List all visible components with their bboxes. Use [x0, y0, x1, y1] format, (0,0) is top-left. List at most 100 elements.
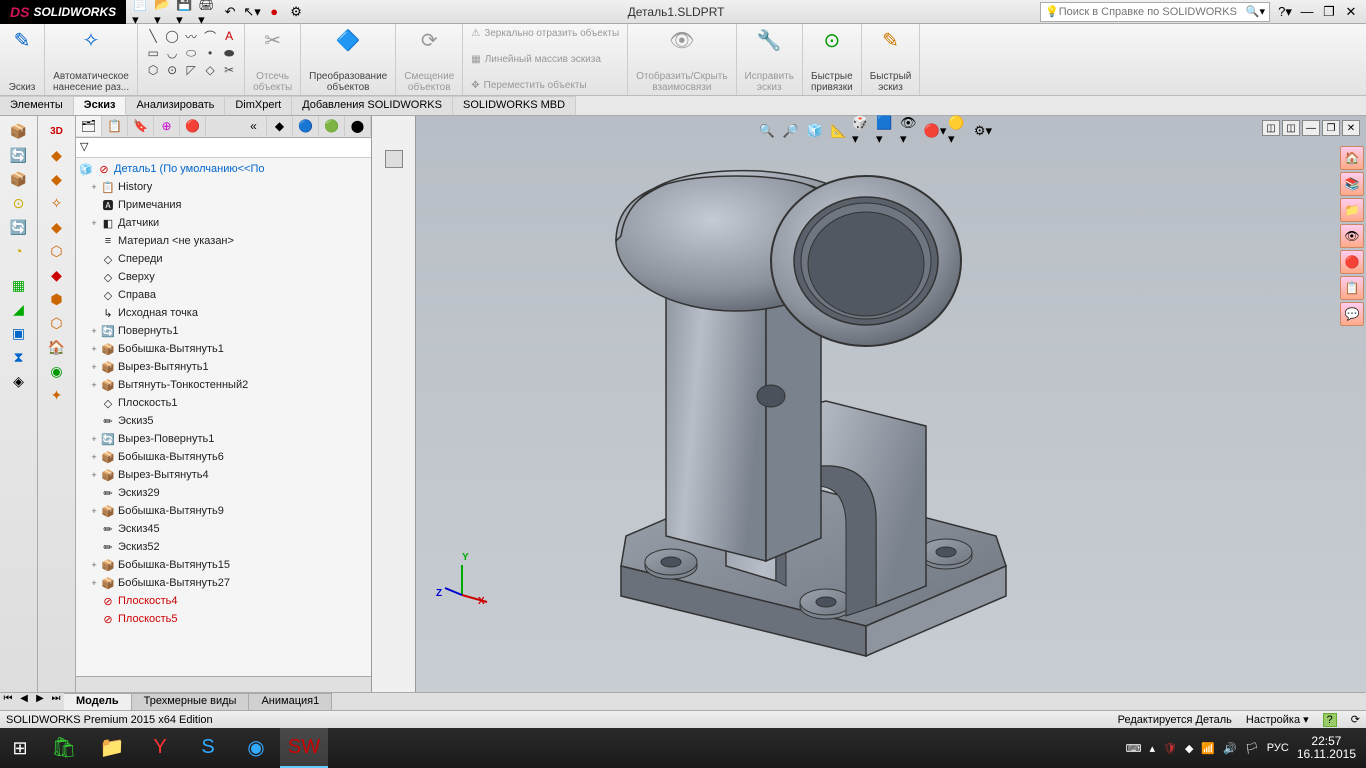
rib-icon[interactable]: ◢	[5, 298, 33, 320]
expand-icon[interactable]: +	[88, 506, 100, 516]
taskpane-lib-icon[interactable]: 📚	[1340, 172, 1364, 196]
open-file-icon[interactable]: 📂▾	[154, 2, 174, 22]
point-icon[interactable]: •	[201, 45, 219, 61]
sk7-icon[interactable]: ⬢	[43, 288, 71, 310]
tree-item[interactable]: ✏Эскиз45	[76, 520, 371, 538]
tree-item[interactable]: ⊘Плоскость4	[76, 592, 371, 610]
tree-tab-feature-icon[interactable]: 🗂	[76, 116, 102, 136]
tray-app1-icon[interactable]: ◆	[1185, 742, 1193, 755]
slot-icon[interactable]: ⬬	[220, 45, 238, 61]
expand-icon[interactable]: +	[88, 362, 100, 372]
taskbar-kompas-icon[interactable]: ◉	[232, 728, 280, 768]
sk9-icon[interactable]: 🏠	[43, 336, 71, 358]
tree-tab-config-icon[interactable]: 🔖	[128, 116, 154, 136]
undo-icon[interactable]: ↶	[220, 2, 240, 22]
status-help-icon[interactable]: ?	[1323, 713, 1337, 727]
minimize-icon[interactable]: —	[1298, 4, 1316, 20]
tree-scrollbar[interactable]	[76, 676, 371, 692]
sk3-icon[interactable]: ✧	[43, 192, 71, 214]
tab-evaluate[interactable]: Анализировать	[126, 96, 225, 115]
tab-features[interactable]: Элементы	[0, 96, 74, 115]
new-file-icon[interactable]: 📄▾	[132, 2, 152, 22]
rect-icon[interactable]: ▭	[144, 45, 162, 61]
expand-icon[interactable]: +	[88, 470, 100, 480]
ribbon-sketch[interactable]: ✎ Эскиз	[0, 24, 45, 95]
tree-item[interactable]: ≡Материал <не указан>	[76, 232, 371, 250]
tray-keyboard-icon[interactable]: ⌨	[1126, 742, 1142, 755]
refgeom-icon[interactable]: ◈	[5, 370, 33, 392]
taskpane-appear-icon[interactable]: 🔴	[1340, 250, 1364, 274]
tree-tab-disp-icon[interactable]: 🔴	[180, 116, 206, 136]
vp-btn1[interactable]: ◫	[1262, 120, 1280, 136]
extrude-cut-icon[interactable]: 📦	[5, 168, 33, 190]
tree-item[interactable]: +◧Датчики	[76, 214, 371, 232]
search-input[interactable]	[1059, 6, 1246, 18]
tree-item[interactable]: ◇Спереди	[76, 250, 371, 268]
expand-icon[interactable]: +	[88, 218, 100, 228]
sk1-icon[interactable]: ◆	[43, 144, 71, 166]
taskbar-yandex-icon[interactable]: Y	[136, 728, 184, 768]
tree-item[interactable]: ✏Эскиз5	[76, 412, 371, 430]
vp-min-icon[interactable]: —	[1302, 120, 1320, 136]
taskpane-prop-icon[interactable]: 📋	[1340, 276, 1364, 300]
sk6-icon[interactable]: ◆	[43, 264, 71, 286]
extrude-boss-icon[interactable]: 📦	[5, 120, 33, 142]
search-icon[interactable]: 🔍▾	[1246, 5, 1265, 18]
ribbon-convert[interactable]: 🔷 Преобразование объектов	[301, 24, 396, 95]
tree-item[interactable]: 🅰Примечания	[76, 196, 371, 214]
status-rebuild-icon[interactable]: ⟳	[1351, 713, 1360, 726]
tree-collapse-icon[interactable]: «	[241, 116, 267, 136]
tab-last-icon[interactable]: ⏭	[48, 693, 64, 710]
tree-item[interactable]: +📦Бобышка-Вытянуть1	[76, 340, 371, 358]
sk2-icon[interactable]: ◆	[43, 168, 71, 190]
spline-icon[interactable]: 〰	[182, 28, 200, 44]
text-icon[interactable]: A	[220, 28, 238, 44]
restore-icon[interactable]: ❐	[1320, 4, 1338, 20]
tree-item[interactable]: ✏Эскиз29	[76, 484, 371, 502]
tab-sketch[interactable]: Эскиз	[74, 96, 127, 115]
tree-tab-dim-icon[interactable]: ⊕	[154, 116, 180, 136]
circle-icon[interactable]: ◯	[163, 28, 181, 44]
shell-icon[interactable]: ▣	[5, 322, 33, 344]
tab-3dviews[interactable]: Трехмерные виды	[132, 693, 250, 710]
fillet-icon[interactable]: ⌒	[201, 28, 219, 44]
taskpane-explorer-icon[interactable]: 📁	[1340, 198, 1364, 222]
rebuild-icon[interactable]: ●	[264, 2, 284, 22]
poly-icon[interactable]: ⬡	[144, 62, 162, 78]
tree-item[interactable]: +📦Вырез-Вытянуть1	[76, 358, 371, 376]
tab-animation[interactable]: Анимация1	[249, 693, 332, 710]
tray-chevron-icon[interactable]: ▴	[1149, 742, 1155, 755]
tree-item[interactable]: ↳Исходная точка	[76, 304, 371, 322]
taskpane-view-icon[interactable]: 👁	[1340, 224, 1364, 248]
start-button[interactable]: ⊞	[0, 728, 40, 768]
arc-icon[interactable]: ◡	[163, 45, 181, 61]
taskbar-explorer-icon[interactable]: 📁	[88, 728, 136, 768]
taskbar-skype-icon[interactable]: S	[184, 728, 232, 768]
tree-item[interactable]: +📦Бобышка-Вытянуть9	[76, 502, 371, 520]
select-icon[interactable]: ↖▾	[242, 2, 262, 22]
expand-icon[interactable]: +	[88, 434, 100, 444]
ribbon-rapidsketch[interactable]: ✎ Быстрый эскиз	[862, 24, 921, 95]
tree-item[interactable]: +📦Вырез-Вытянуть4	[76, 466, 371, 484]
tree-tab-property-icon[interactable]: 📋	[102, 116, 128, 136]
display-swatch[interactable]	[385, 150, 403, 168]
ribbon-quicksnap[interactable]: ⊙ Быстрые привязки	[803, 24, 862, 95]
tree-item[interactable]: ◇Справа	[76, 286, 371, 304]
options-icon[interactable]: ⚙	[286, 2, 306, 22]
chamfer-icon[interactable]: ◸	[182, 62, 200, 78]
tab-dimxpert[interactable]: DimXpert	[225, 96, 292, 115]
tree-item[interactable]: ◇Сверху	[76, 268, 371, 286]
tray-network-icon[interactable]: 📶	[1201, 742, 1215, 755]
tree-item[interactable]: +📦Вытянуть-Тонкостенный2	[76, 376, 371, 394]
vp-max-icon[interactable]: ❐	[1322, 120, 1340, 136]
taskbar-store-icon[interactable]: 🛍	[40, 728, 88, 768]
tree-item[interactable]: +📦Бобышка-Вытянуть27	[76, 574, 371, 592]
expand-icon[interactable]: +	[88, 326, 100, 336]
tree-x3-icon[interactable]: 🟢	[319, 116, 345, 136]
tree-x4-icon[interactable]: ⬤	[345, 116, 371, 136]
tab-mbd[interactable]: SOLIDWORKS MBD	[453, 96, 576, 115]
vp-close-icon[interactable]: ✕	[1342, 120, 1360, 136]
taskbar-solidworks-icon[interactable]: SW	[280, 728, 328, 768]
tree-item[interactable]: +📦Бобышка-Вытянуть6	[76, 448, 371, 466]
revolve-cut-icon[interactable]: 🔄	[5, 216, 33, 238]
